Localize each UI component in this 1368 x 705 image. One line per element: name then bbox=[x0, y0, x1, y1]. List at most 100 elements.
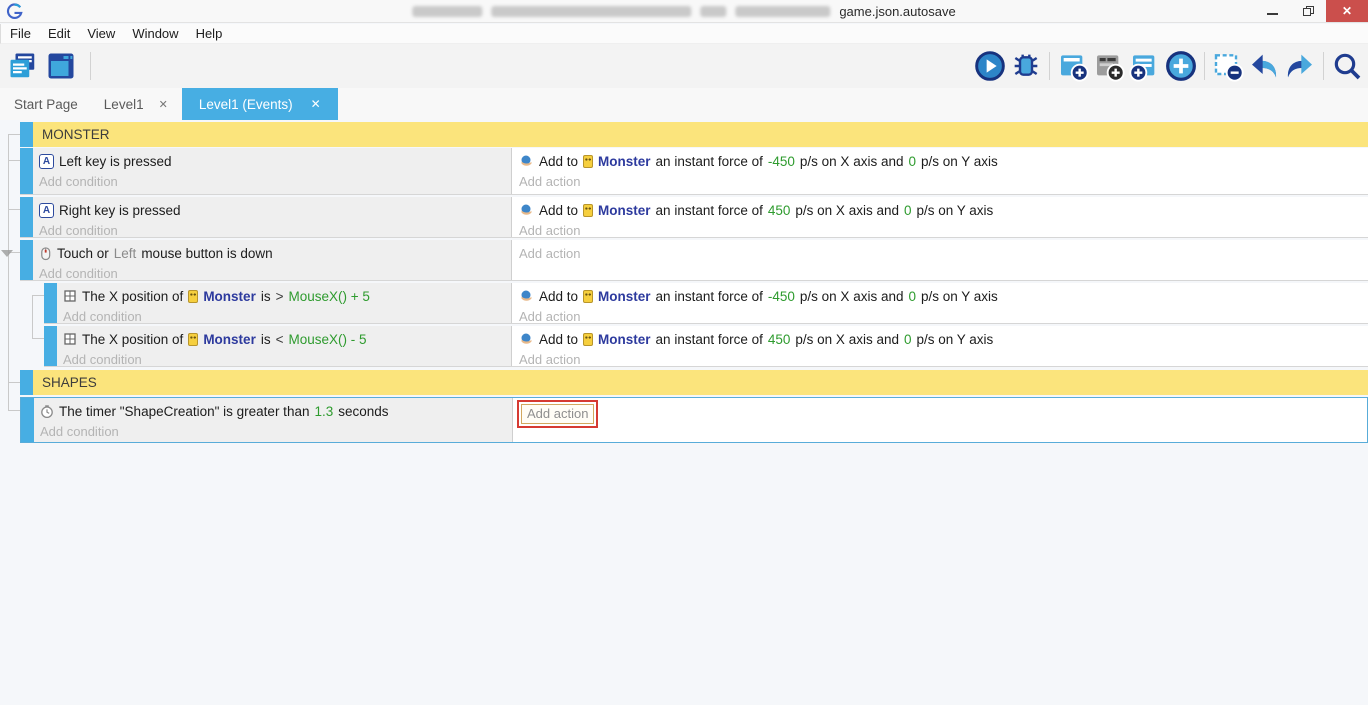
event-right-key[interactable]: A Right key is pressed Add condition Add… bbox=[20, 197, 1368, 238]
add-condition-placeholder[interactable]: Add condition bbox=[39, 174, 118, 189]
project-manager-icon[interactable] bbox=[6, 49, 40, 83]
conditions-column[interactable]: A Right key is pressed Add condition bbox=[33, 197, 512, 237]
add-condition-placeholder[interactable]: Add condition bbox=[63, 309, 142, 324]
condition-expression[interactable]: MouseX() + 5 bbox=[288, 289, 369, 304]
action-text[interactable]: an instant force of bbox=[656, 154, 763, 169]
event-marker[interactable] bbox=[20, 197, 33, 237]
condition-text[interactable]: Left key is pressed bbox=[59, 154, 172, 169]
add-action-placeholder[interactable]: Add action bbox=[521, 404, 595, 424]
action-value[interactable]: 0 bbox=[908, 154, 916, 169]
debug-bug-icon[interactable] bbox=[1009, 49, 1043, 83]
subevent-x-greater[interactable]: The X position of Monster is > MouseX() … bbox=[44, 283, 1368, 324]
conditions-column[interactable]: The X position of Monster is < MouseX() … bbox=[57, 326, 512, 366]
action[interactable]: Add to Monster an instant force of -450 … bbox=[519, 286, 1368, 306]
object-name[interactable]: Monster bbox=[598, 332, 651, 347]
event-marker[interactable] bbox=[44, 283, 57, 323]
actions-column[interactable]: Add to Monster an instant force of 450 p… bbox=[512, 197, 1368, 237]
group-shapes[interactable]: SHAPES bbox=[20, 370, 1368, 395]
conditions-column[interactable]: A Left key is pressed Add condition bbox=[33, 148, 512, 194]
action-text[interactable]: p/s on Y axis bbox=[921, 289, 998, 304]
tab-close-icon[interactable]: ✕ bbox=[159, 98, 168, 111]
event-timer[interactable]: The timer "ShapeCreation" is greater tha… bbox=[20, 397, 1368, 443]
action-value[interactable]: 0 bbox=[908, 289, 916, 304]
action-text[interactable]: p/s on X axis and bbox=[800, 289, 904, 304]
conditions-column[interactable]: Touch or Left mouse button is down Add c… bbox=[33, 240, 512, 280]
action-text[interactable]: an instant force of bbox=[656, 332, 763, 347]
condition-param[interactable]: Left bbox=[114, 246, 137, 261]
menu-view[interactable]: View bbox=[87, 26, 115, 41]
action-text[interactable]: Add to bbox=[539, 332, 578, 347]
actions-column[interactable]: Add action bbox=[513, 398, 1367, 442]
action[interactable]: Add to Monster an instant force of 450 p… bbox=[519, 200, 1368, 220]
condition[interactable]: A Left key is pressed bbox=[39, 151, 511, 171]
actions-column[interactable]: Add to Monster an instant force of -450 … bbox=[512, 148, 1368, 194]
add-action-placeholder[interactable]: Add action bbox=[519, 223, 580, 238]
minimize-button[interactable] bbox=[1254, 0, 1290, 22]
object-name[interactable]: Monster bbox=[203, 289, 256, 304]
event-left-key[interactable]: A Left key is pressed Add condition Add … bbox=[20, 148, 1368, 195]
condition-text[interactable]: seconds bbox=[338, 404, 388, 419]
event-marker[interactable] bbox=[21, 398, 34, 442]
add-condition-placeholder[interactable]: Add condition bbox=[40, 424, 119, 439]
actions-column[interactable]: Add action bbox=[512, 240, 1368, 280]
condition-text[interactable]: Right key is pressed bbox=[59, 203, 181, 218]
preview-play-icon[interactable] bbox=[973, 49, 1007, 83]
menu-help[interactable]: Help bbox=[196, 26, 223, 41]
condition[interactable]: The X position of Monster is > MouseX() … bbox=[63, 286, 511, 306]
add-comment-icon[interactable] bbox=[1092, 49, 1126, 83]
object-name[interactable]: Monster bbox=[203, 332, 256, 347]
action-value[interactable]: 450 bbox=[768, 332, 791, 347]
condition-text[interactable]: is bbox=[261, 289, 271, 304]
event-marker[interactable] bbox=[20, 370, 33, 395]
action[interactable]: Add to Monster an instant force of -450 … bbox=[519, 151, 1368, 171]
action-text[interactable]: an instant force of bbox=[656, 289, 763, 304]
tab-level1[interactable]: Level1 ✕ bbox=[100, 88, 182, 120]
subevent-x-less[interactable]: The X position of Monster is < MouseX() … bbox=[44, 326, 1368, 367]
add-action-placeholder[interactable]: Add action bbox=[519, 174, 580, 189]
add-action-placeholder[interactable]: Add action bbox=[519, 309, 580, 324]
conditions-column[interactable]: The X position of Monster is > MouseX() … bbox=[57, 283, 512, 323]
object-name[interactable]: Monster bbox=[598, 154, 651, 169]
condition[interactable]: The timer "ShapeCreation" is greater tha… bbox=[40, 401, 512, 421]
tab-start-page[interactable]: Start Page bbox=[12, 88, 100, 120]
condition[interactable]: A Right key is pressed bbox=[39, 200, 511, 220]
condition-operator[interactable]: < bbox=[276, 332, 284, 347]
action-text[interactable]: an instant force of bbox=[656, 203, 763, 218]
condition-text[interactable]: The X position of bbox=[82, 332, 183, 347]
action-text[interactable]: Add to bbox=[539, 203, 578, 218]
close-button[interactable]: ✕ bbox=[1326, 0, 1368, 22]
delete-event-icon[interactable] bbox=[1211, 49, 1245, 83]
object-name[interactable]: Monster bbox=[598, 203, 651, 218]
group-label[interactable]: MONSTER bbox=[33, 122, 1368, 147]
condition-text[interactable]: mouse button is down bbox=[141, 246, 272, 261]
add-condition-placeholder[interactable]: Add condition bbox=[63, 352, 142, 367]
add-event-icon[interactable] bbox=[1056, 49, 1090, 83]
restore-button[interactable] bbox=[1290, 0, 1326, 22]
action-value[interactable]: 0 bbox=[904, 332, 912, 347]
action-value[interactable]: 450 bbox=[768, 203, 791, 218]
condition[interactable]: The X position of Monster is < MouseX() … bbox=[63, 329, 511, 349]
action[interactable]: Add to Monster an instant force of 450 p… bbox=[519, 329, 1368, 349]
action-text[interactable]: p/s on Y axis bbox=[917, 203, 994, 218]
add-condition-placeholder[interactable]: Add condition bbox=[39, 223, 118, 238]
action-text[interactable]: Add to bbox=[539, 154, 578, 169]
add-action-placeholder[interactable]: Add action bbox=[519, 352, 580, 367]
add-condition-placeholder[interactable]: Add condition bbox=[39, 266, 118, 281]
condition[interactable]: Touch or Left mouse button is down bbox=[39, 243, 511, 263]
menu-edit[interactable]: Edit bbox=[48, 26, 70, 41]
action-value[interactable]: 0 bbox=[904, 203, 912, 218]
condition-value[interactable]: 1.3 bbox=[314, 404, 333, 419]
actions-column[interactable]: Add to Monster an instant force of -450 … bbox=[512, 283, 1368, 323]
action-value[interactable]: -450 bbox=[768, 289, 795, 304]
event-marker[interactable] bbox=[20, 148, 33, 194]
menu-file[interactable]: File bbox=[10, 26, 31, 41]
event-marker[interactable] bbox=[20, 240, 33, 280]
action-text[interactable]: p/s on X axis and bbox=[800, 154, 904, 169]
action-text[interactable]: p/s on X axis and bbox=[795, 332, 899, 347]
condition-text[interactable]: The timer "ShapeCreation" is greater tha… bbox=[59, 404, 309, 419]
group-monster[interactable]: MONSTER bbox=[20, 122, 1368, 147]
tab-level1-events[interactable]: Level1 (Events) ✕ bbox=[181, 88, 338, 120]
action-text[interactable]: p/s on X axis and bbox=[795, 203, 899, 218]
add-other-event-icon[interactable] bbox=[1164, 49, 1198, 83]
object-name[interactable]: Monster bbox=[598, 289, 651, 304]
